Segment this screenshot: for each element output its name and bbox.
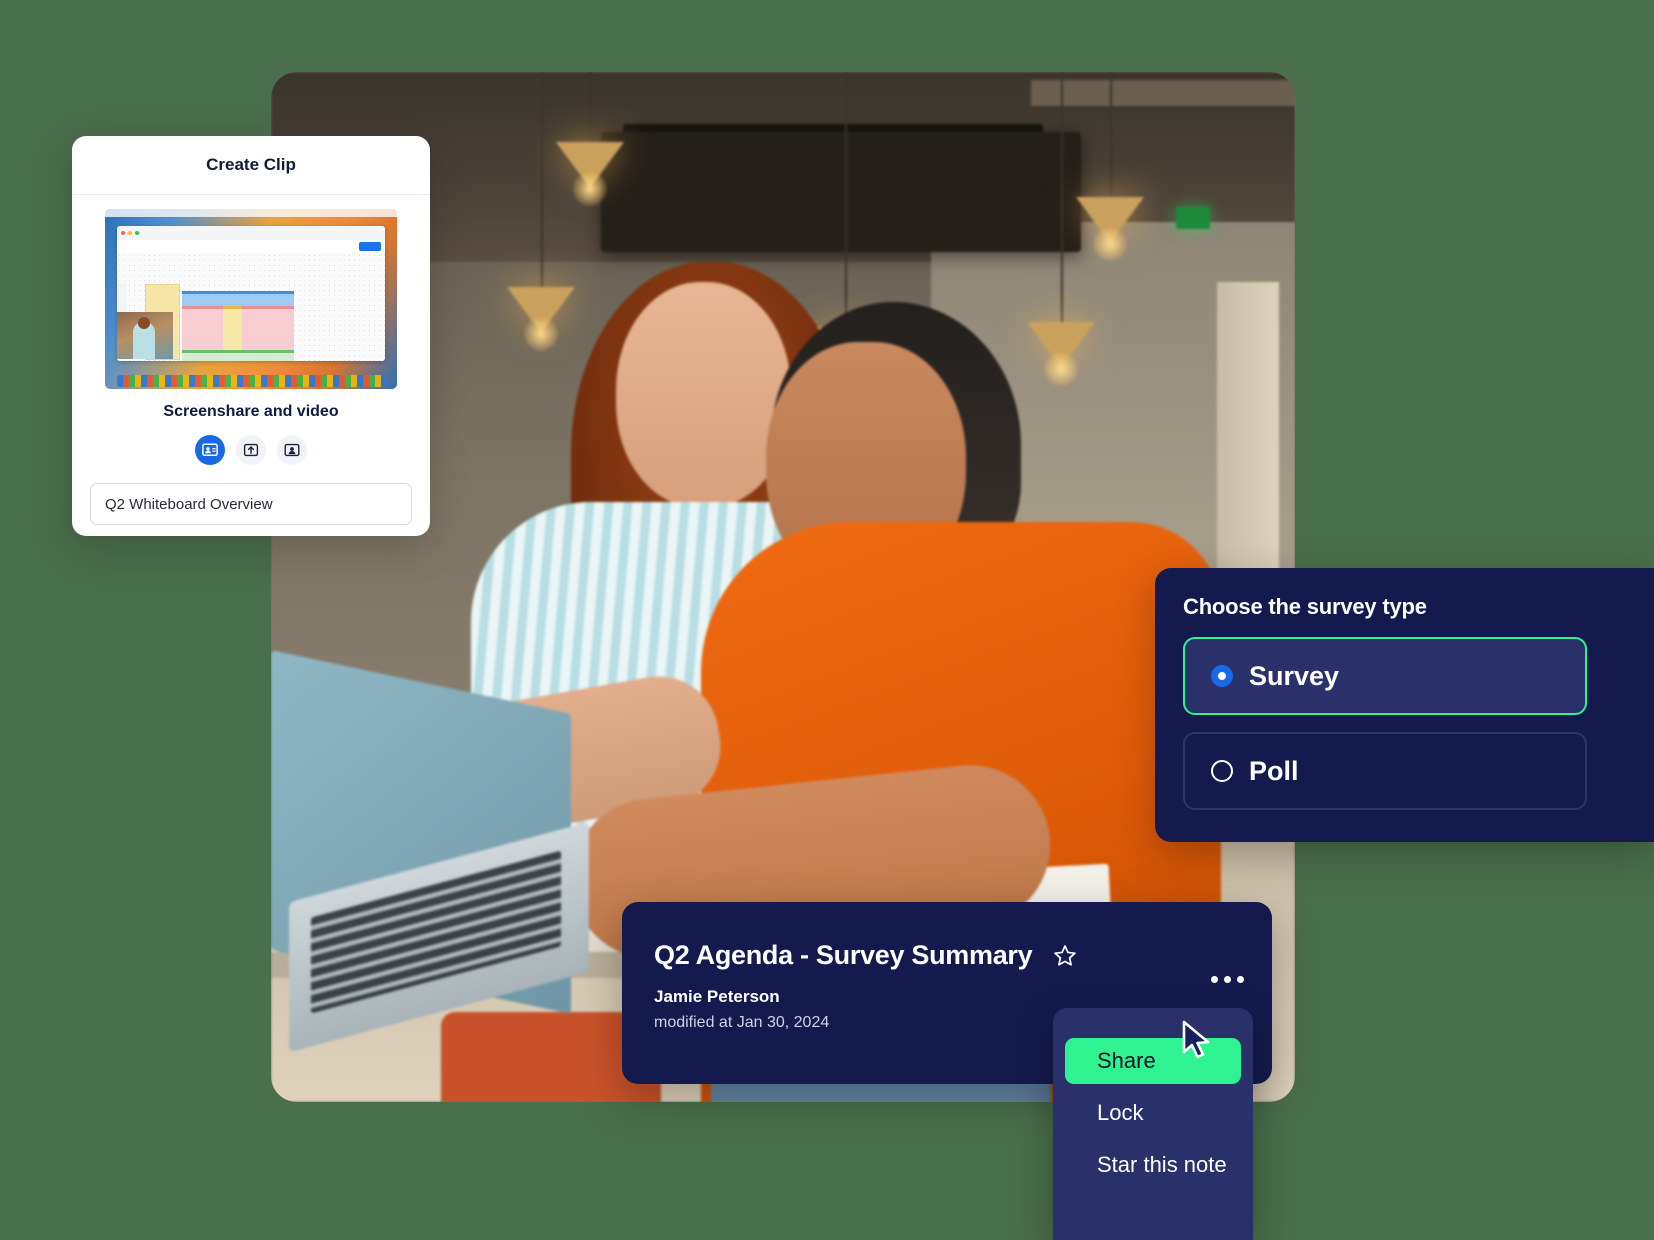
note-author: Jamie Peterson xyxy=(654,987,780,1006)
mac-dock xyxy=(117,375,385,387)
ceiling-beam xyxy=(601,132,1081,252)
pendant-lamp xyxy=(1027,72,1095,386)
survey-type-panel: Choose the survey type Survey Poll xyxy=(1155,568,1654,842)
screen-person-icon xyxy=(202,442,218,458)
context-menu-item-share[interactable]: Share xyxy=(1065,1038,1241,1084)
create-clip-dialog: Create Clip Screenshare and video Q2 Whi… xyxy=(72,136,430,536)
create-clip-header: Create Clip xyxy=(72,136,430,195)
browser-window xyxy=(117,226,385,361)
mac-menu-bar xyxy=(105,209,397,217)
context-menu-item-star-this-note[interactable]: Star this note xyxy=(1065,1142,1241,1188)
app-toolbar xyxy=(117,240,385,254)
survey-option-label: Poll xyxy=(1249,755,1299,786)
radio-unselected-icon xyxy=(1211,760,1233,782)
board-col-yellow xyxy=(223,306,242,351)
survey-option-survey[interactable]: Survey xyxy=(1183,637,1587,715)
note-title-row: Q2 Agenda - Survey Summary xyxy=(654,940,1242,971)
upload-box-icon xyxy=(243,442,259,458)
clip-mode-buttons xyxy=(72,435,430,465)
person-left-face xyxy=(616,282,791,507)
note-context-menu: Share Lock Star this note xyxy=(1053,1008,1253,1240)
note-title: Q2 Agenda - Survey Summary xyxy=(654,940,1033,970)
person-frame-icon xyxy=(284,442,300,458)
create-clip-title: Create Clip xyxy=(206,155,296,174)
pendant-lamp xyxy=(1076,72,1144,261)
clip-mode-label: Screenshare and video xyxy=(163,403,339,420)
clip-name-field-wrap: Clip name xyxy=(90,483,412,525)
survey-option-label: Survey xyxy=(1249,660,1340,691)
screenshare-and-video-button[interactable] xyxy=(195,435,225,465)
clip-thumbnail-preview xyxy=(105,209,397,389)
page-root: Create Clip Screenshare and video Q2 Whi… xyxy=(0,0,1654,1240)
video-thumbnail xyxy=(117,312,173,359)
camera-only-button[interactable] xyxy=(277,435,307,465)
star-outline-icon[interactable] xyxy=(1052,943,1078,969)
pendant-lamp xyxy=(507,72,575,351)
ceiling-strip xyxy=(1031,80,1295,106)
ellipsis-icon[interactable] xyxy=(1211,976,1244,983)
radio-selected-icon xyxy=(1211,665,1233,687)
context-menu-item-lock[interactable]: Lock xyxy=(1065,1090,1241,1136)
survey-option-poll[interactable]: Poll xyxy=(1183,732,1587,810)
board-row-green xyxy=(182,350,294,361)
clip-name-input[interactable] xyxy=(90,483,412,525)
survey-panel-heading: Choose the survey type xyxy=(1183,594,1427,619)
exit-sign xyxy=(1176,207,1210,229)
browser-tab-bar xyxy=(117,226,385,241)
share-button-mini xyxy=(359,242,381,251)
board-row-blue xyxy=(182,291,294,307)
pendant-lamp xyxy=(556,72,624,206)
upload-file-button[interactable] xyxy=(236,435,266,465)
